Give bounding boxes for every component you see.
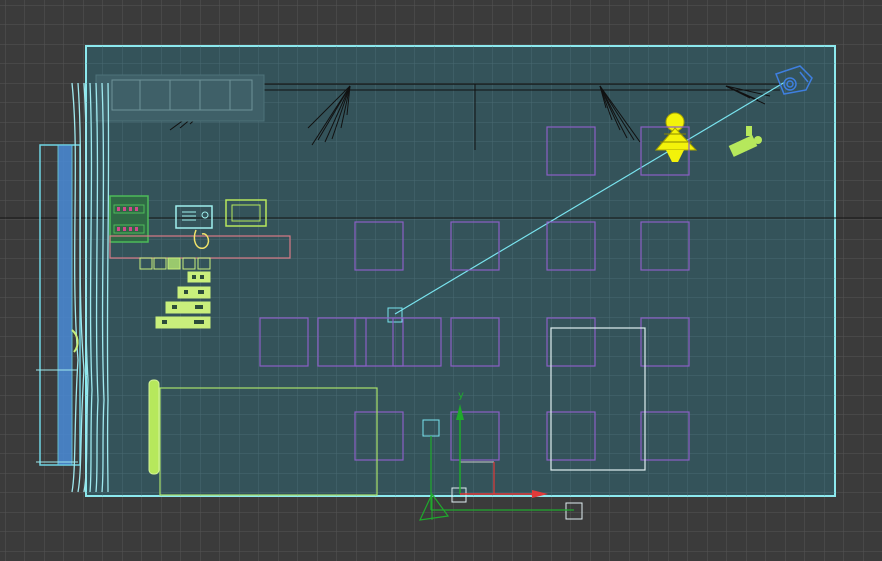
viewport-top[interactable]: y bbox=[0, 0, 882, 561]
ceiling-fixture[interactable] bbox=[95, 74, 265, 122]
axis-label-y: y bbox=[458, 390, 464, 401]
electrical-panel[interactable] bbox=[109, 195, 149, 243]
scene-canvas[interactable]: y bbox=[0, 0, 882, 561]
